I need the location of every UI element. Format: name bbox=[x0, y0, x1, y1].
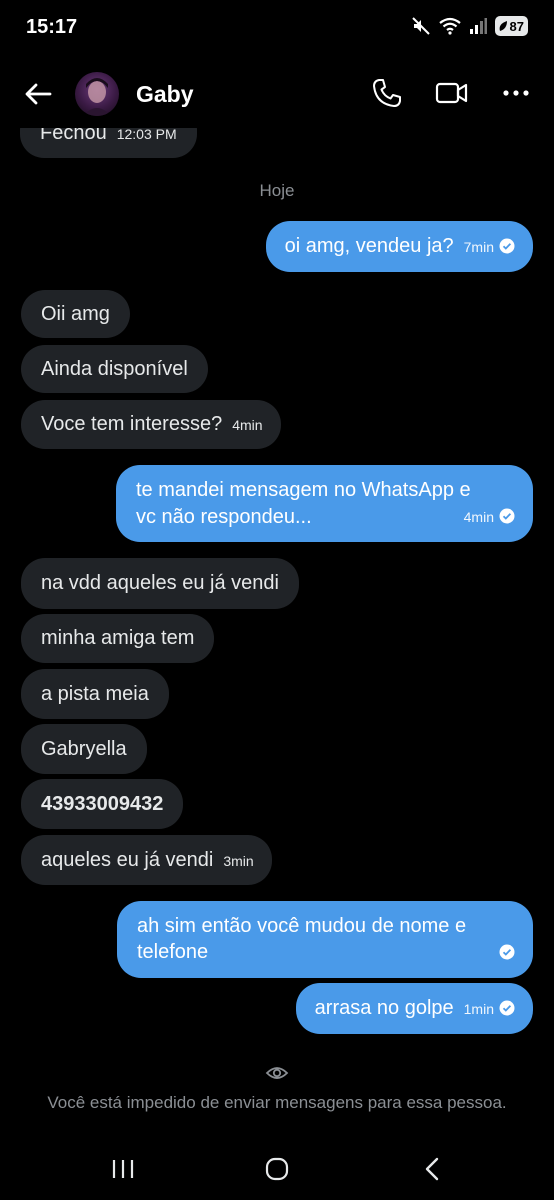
signal-icon bbox=[469, 18, 487, 34]
message-text-line: ah sim então você mudou de nome e bbox=[137, 915, 467, 937]
message-bubble-incoming[interactable]: Gabryella bbox=[21, 724, 147, 774]
message-time: 3min bbox=[223, 853, 254, 869]
read-check-icon bbox=[499, 508, 515, 524]
video-camera-icon[interactable] bbox=[434, 76, 470, 110]
back-arrow-icon[interactable] bbox=[20, 76, 56, 112]
status-time: 15:17 bbox=[26, 16, 78, 38]
message-text: aqueles eu já vendi bbox=[41, 849, 214, 871]
message-bubble-partial[interactable]: Fechou 12:03 PM bbox=[20, 128, 197, 158]
message-list[interactable]: Fechou 12:03 PM Hoje oi amg, vendeu ja? 7m… bbox=[0, 128, 554, 1050]
message-bubble-outgoing[interactable]: ah sim então você mudou de nome e telefo… bbox=[117, 901, 533, 978]
status-bar: 15:17 87 bbox=[0, 0, 554, 56]
message-bubble-incoming[interactable]: a pista meia bbox=[21, 669, 169, 719]
contact-name[interactable]: Gaby bbox=[136, 81, 194, 108]
message-bubble-outgoing[interactable]: te mandei mensagem no WhatsApp e vc não … bbox=[116, 465, 533, 542]
wifi-icon bbox=[438, 17, 461, 35]
more-dots-icon[interactable] bbox=[498, 76, 534, 110]
message-text: Ainda disponível bbox=[41, 358, 188, 380]
chat-header: Gaby bbox=[0, 60, 554, 128]
mute-icon bbox=[411, 17, 430, 35]
message-bubble-incoming[interactable]: aqueles eu já vendi 3min bbox=[21, 835, 272, 885]
message-text: Gabryella bbox=[41, 738, 127, 760]
message-bubble-incoming[interactable]: Voce tem interesse? 4min bbox=[21, 400, 281, 449]
message-text-line: te mandei mensagem no WhatsApp e bbox=[136, 479, 471, 501]
message-text: Voce tem interesse? bbox=[41, 413, 223, 435]
message-text: Oii amg bbox=[41, 303, 110, 325]
message-text: arrasa no golpe bbox=[314, 997, 454, 1019]
read-check-icon bbox=[499, 1000, 515, 1016]
message-time: 7min bbox=[463, 239, 494, 255]
phone-icon[interactable] bbox=[370, 76, 404, 110]
message-bubble-incoming[interactable]: na vdd aqueles eu já vendi bbox=[21, 558, 299, 609]
status-icons: 87 bbox=[411, 16, 528, 36]
message-text: 43933009432 bbox=[41, 793, 164, 815]
message-meta: 4min bbox=[454, 503, 515, 530]
blocked-notice: Você está impedido de enviar mensagens p… bbox=[47, 1093, 507, 1112]
message-time: 12:03 PM bbox=[116, 128, 177, 142]
message-text: Fechou bbox=[40, 128, 107, 144]
read-check-icon bbox=[499, 944, 515, 960]
message-text-line: telefone bbox=[137, 941, 209, 963]
home-icon[interactable] bbox=[264, 1156, 290, 1182]
message-bubble-incoming[interactable]: Ainda disponível bbox=[21, 345, 208, 393]
message-last-line: telefone bbox=[137, 939, 515, 965]
day-separator: Hoje bbox=[259, 181, 295, 200]
message-text: oi amg, vendeu ja? bbox=[284, 235, 454, 257]
message-text-line: vc não respondeu... bbox=[136, 505, 312, 528]
read-check-icon bbox=[499, 238, 515, 254]
nav-back-icon[interactable] bbox=[422, 1156, 442, 1182]
recent-apps-icon[interactable] bbox=[110, 1157, 136, 1181]
system-nav-bar bbox=[0, 1140, 554, 1200]
message-bubble-outgoing[interactable]: arrasa no golpe 1min bbox=[295, 983, 533, 1034]
avatar-image bbox=[83, 78, 111, 116]
message-time: 4min bbox=[232, 417, 263, 433]
avatar[interactable] bbox=[75, 72, 119, 116]
leaf-icon bbox=[499, 21, 507, 31]
message-text: na vdd aqueles eu já vendi bbox=[41, 572, 279, 594]
message-bubble-incoming[interactable]: Oii amg bbox=[21, 290, 130, 338]
message-time: 1min bbox=[463, 1001, 494, 1017]
message-time: 4min bbox=[463, 509, 494, 525]
battery-indicator: 87 bbox=[494, 16, 528, 36]
message-text: minha amiga tem bbox=[41, 627, 195, 649]
message-bubble-incoming[interactable]: 43933009432 bbox=[21, 779, 184, 829]
message-bubble-outgoing[interactable]: oi amg, vendeu ja? 7min bbox=[265, 221, 533, 272]
message-bubble-incoming[interactable]: minha amiga tem bbox=[21, 614, 215, 663]
message-last-line: vc não respondeu... 4min bbox=[136, 503, 515, 530]
battery-level: 87 bbox=[509, 18, 524, 34]
eye-icon bbox=[265, 1067, 289, 1079]
message-text: a pista meia bbox=[41, 683, 149, 705]
